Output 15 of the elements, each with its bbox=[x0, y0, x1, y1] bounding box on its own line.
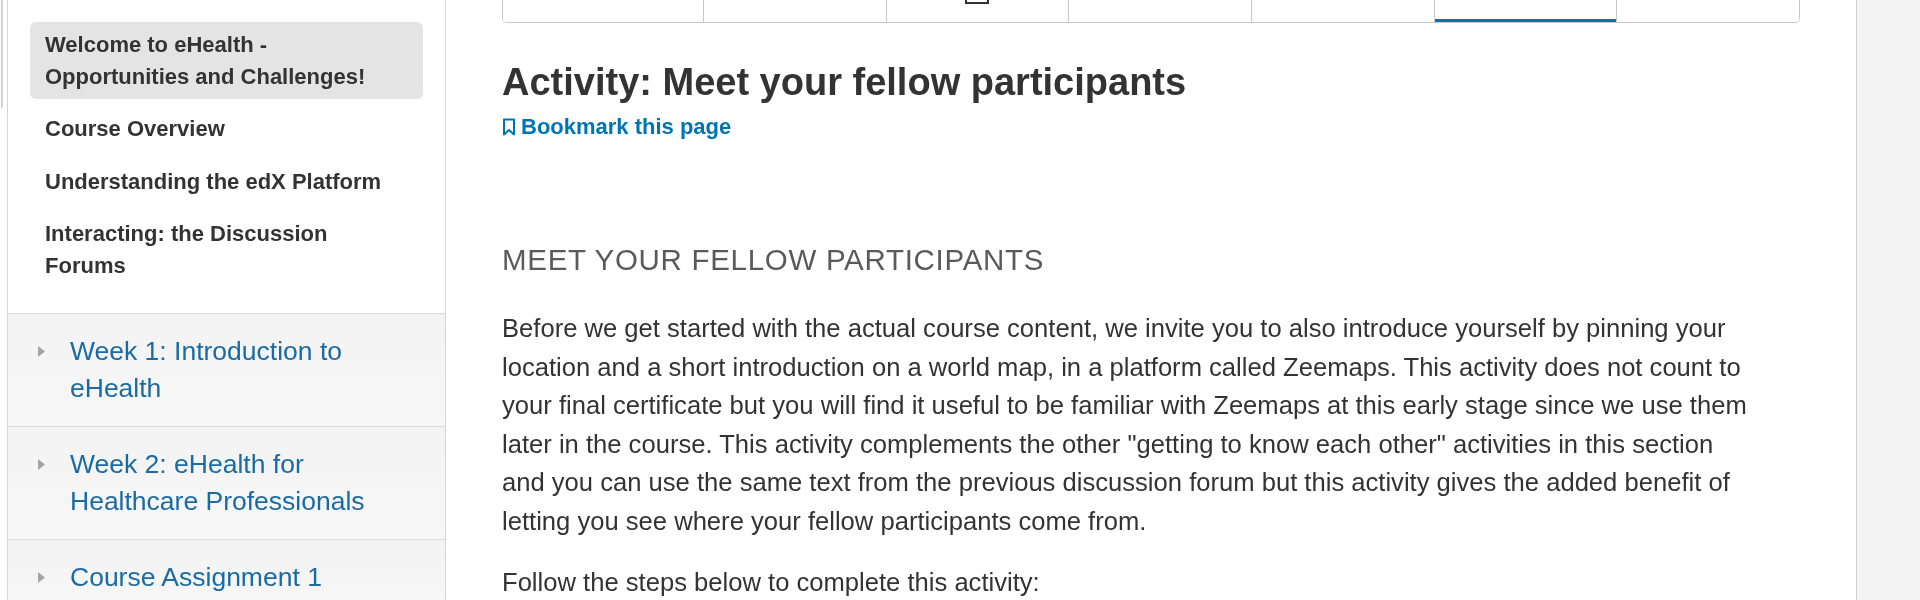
section-link[interactable]: Week 1: Introduction to eHealth bbox=[8, 312, 445, 426]
section-heading: MEET YOUR FELLOW PARTICIPANTS bbox=[502, 242, 1046, 278]
nav-link[interactable]: Understanding the edX Platform bbox=[30, 159, 423, 204]
paragraph-text: Before we get started with the actual course content, we invite you to also introduce yourself by pinning your location and a short introduction on a world map, in a platform called Zeemaps. This activity does not count to your final certificate but you will find it useful to be familiar with Zeemaps at this early stage since we use them later in the course. This activity complements the other "getting to know each other" activities in this section and you can use the same text from the previous discussion forum but this activity gives the added benefit of letting you see where your fellow participants come from. bbox=[502, 313, 1748, 537]
page-title: Activity: Meet your fellow participants bbox=[502, 60, 1188, 105]
nav-link[interactable]: Welcome to eHealth - Opportunities and Challenges! bbox=[30, 22, 423, 99]
nav-link[interactable]: Interacting: the Discussion Forums bbox=[30, 211, 423, 289]
unit-tab[interactable] bbox=[1433, 0, 1617, 22]
nav-link[interactable]: Course Overview bbox=[30, 106, 423, 152]
paragraph-text: Follow the steps below to complete this activity: bbox=[502, 567, 1041, 598]
bookmark-link[interactable]: Bookmark this page bbox=[502, 112, 732, 142]
bookmark-icon bbox=[502, 118, 516, 136]
section-link[interactable]: Week 2: eHealth for Healthcare Professionals bbox=[8, 425, 445, 539]
section-link[interactable]: Course Assignment 1 bbox=[8, 538, 445, 600]
tab-icon bbox=[965, 0, 990, 4]
